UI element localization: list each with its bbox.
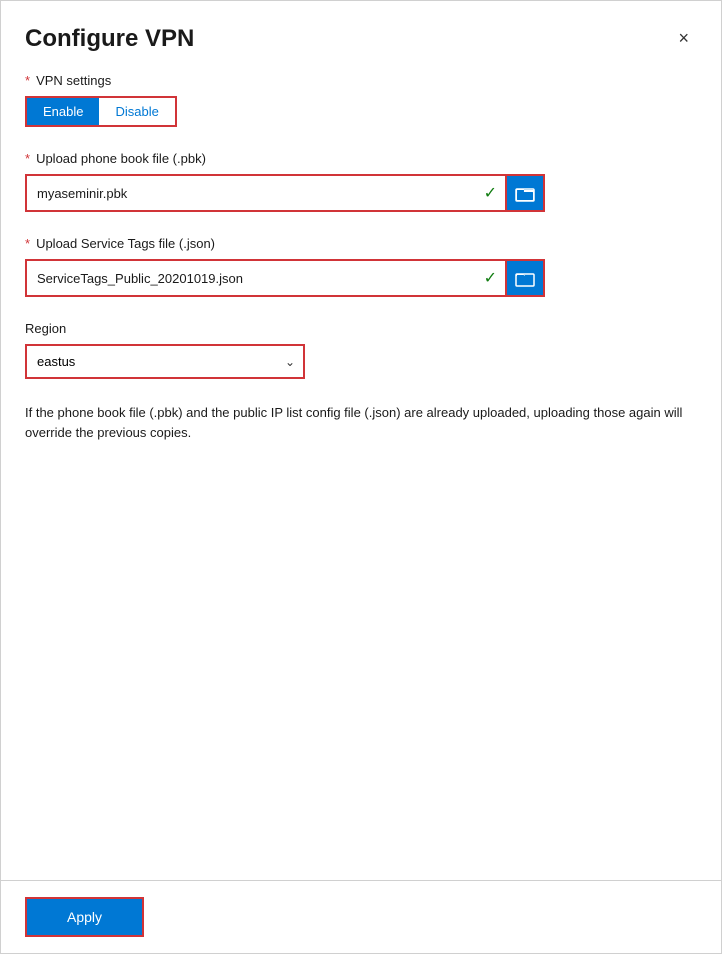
phone-book-label: * Upload phone book file (.pbk)	[25, 151, 697, 166]
service-tags-label-text: Upload Service Tags file (.json)	[36, 236, 215, 251]
folder-icon-2	[515, 269, 535, 287]
service-tags-browse-button[interactable]	[505, 261, 543, 295]
service-tags-check-icon: ✓	[476, 268, 505, 288]
service-tags-input-group: ✓	[25, 259, 545, 297]
dialog-footer: Apply	[1, 880, 721, 953]
vpn-settings-group: * VPN settings Enable Disable	[25, 73, 697, 127]
phone-book-input[interactable]	[27, 178, 476, 209]
dialog-title: Configure VPN	[25, 25, 194, 53]
vpn-settings-label-text: VPN settings	[36, 73, 111, 88]
dialog-content: * VPN settings Enable Disable * Upload p…	[1, 53, 721, 880]
phone-book-group: * Upload phone book file (.pbk) ✓	[25, 151, 697, 212]
phone-book-label-text: Upload phone book file (.pbk)	[36, 151, 206, 166]
close-button[interactable]: ×	[670, 25, 697, 51]
phone-book-check-icon: ✓	[476, 183, 505, 203]
region-select-wrapper: eastus westus centralus eastus2 westus2 …	[25, 344, 305, 379]
apply-button[interactable]: Apply	[25, 897, 144, 937]
service-tags-label: * Upload Service Tags file (.json)	[25, 236, 697, 251]
phone-book-required-star: *	[25, 151, 30, 166]
configure-vpn-dialog: Configure VPN × * VPN settings Enable Di…	[0, 0, 722, 954]
folder-icon	[515, 184, 535, 202]
enable-button[interactable]: Enable	[27, 98, 99, 125]
region-select[interactable]: eastus westus centralus eastus2 westus2	[25, 344, 305, 379]
region-label: Region	[25, 321, 697, 336]
vpn-toggle-group: Enable Disable	[25, 96, 177, 127]
region-label-text: Region	[25, 321, 66, 336]
phone-book-input-group: ✓	[25, 174, 545, 212]
disable-button[interactable]: Disable	[99, 98, 174, 125]
service-tags-required-star: *	[25, 236, 30, 251]
phone-book-browse-button[interactable]	[505, 176, 543, 210]
region-group: Region eastus westus centralus eastus2 w…	[25, 321, 697, 379]
vpn-settings-label: * VPN settings	[25, 73, 697, 88]
dialog-header: Configure VPN ×	[1, 1, 721, 53]
info-text: If the phone book file (.pbk) and the pu…	[25, 403, 697, 442]
vpn-settings-required-star: *	[25, 73, 30, 88]
service-tags-input[interactable]	[27, 263, 476, 294]
service-tags-group: * Upload Service Tags file (.json) ✓	[25, 236, 697, 297]
